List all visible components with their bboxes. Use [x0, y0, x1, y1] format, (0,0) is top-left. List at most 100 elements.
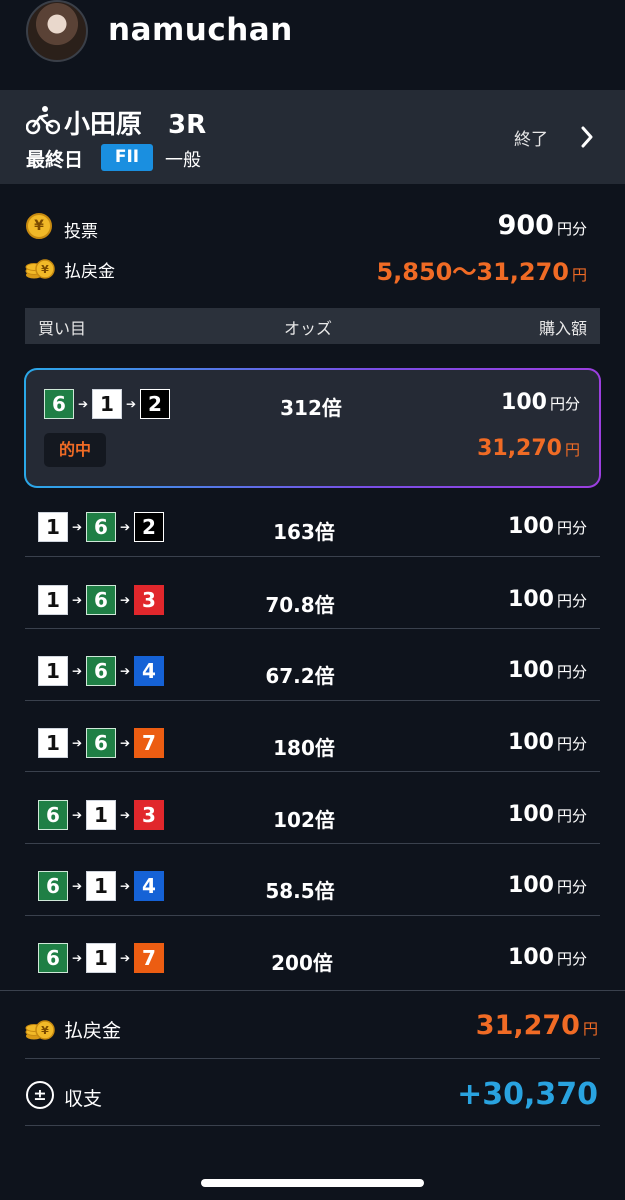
home-indicator[interactable] — [201, 1179, 424, 1187]
number-box: 1 — [86, 800, 116, 830]
arrow-right-icon: ➔ — [71, 664, 83, 678]
coins-stack-icon: ¥ — [25, 1020, 55, 1040]
arrow-right-icon: ➔ — [119, 664, 131, 678]
arrow-right-icon: ➔ — [119, 951, 131, 965]
vote-label: 投票 — [64, 222, 98, 242]
footer-payout-label: 払戻金 — [64, 1020, 122, 1042]
number-box: 3 — [134, 585, 164, 615]
number-box: 1 — [38, 512, 68, 542]
row-divider — [25, 1058, 600, 1059]
coins-stack-icon: ¥ — [25, 259, 55, 279]
row-divider — [25, 700, 600, 701]
column-header-amount: 購入額 — [538, 319, 587, 338]
column-header-combination: 買い目 — [38, 319, 87, 338]
number-box: 3 — [134, 800, 164, 830]
yen-coin-icon: ¥ — [26, 213, 52, 239]
column-header-odds: オッズ — [284, 319, 333, 338]
footer-payout-amount: 31,270 円 — [475, 1010, 598, 1041]
avatar[interactable] — [26, 0, 88, 62]
arrow-right-icon: ➔ — [71, 520, 83, 534]
number-box: 6 — [38, 800, 68, 830]
combination: 6 ➔ 1 ➔ 2 — [44, 389, 170, 419]
plus-minus-icon: ± — [26, 1081, 54, 1109]
combination: 6 ➔ 1 ➔ 3 — [38, 800, 164, 830]
number-box: 6 — [86, 728, 116, 758]
arrow-right-icon: ➔ — [77, 397, 89, 411]
number-box: 1 — [92, 389, 122, 419]
row-divider — [25, 771, 600, 772]
combination: 1 ➔ 6 ➔ 2 — [38, 512, 164, 542]
hit-card[interactable] — [26, 370, 599, 486]
hit-badge: 的中 — [44, 433, 106, 467]
race-day: 最終日 — [26, 149, 84, 171]
combination: 1 ➔ 6 ➔ 3 — [38, 585, 164, 615]
row-divider — [25, 556, 600, 557]
number-box: 4 — [134, 871, 164, 901]
vote-amount: 900 円分 — [497, 210, 587, 241]
bet-amount: 100 円分 — [508, 730, 587, 755]
svg-text:¥: ¥ — [41, 1024, 49, 1037]
combination: 1 ➔ 6 ➔ 4 — [38, 656, 164, 686]
row-divider — [25, 628, 600, 629]
bet-amount: 100 円分 — [501, 390, 580, 415]
grade-badge: FII — [101, 144, 153, 171]
payout-label: 払戻金 — [64, 262, 115, 282]
chevron-right-icon[interactable] — [577, 124, 597, 150]
bet-amount: 100 円分 — [508, 658, 587, 683]
number-box: 6 — [86, 656, 116, 686]
number-box: 2 — [134, 512, 164, 542]
arrow-right-icon: ➔ — [119, 808, 131, 822]
race-title: 小田原 3R — [64, 110, 207, 140]
odds-value: 163倍 — [273, 520, 335, 544]
arrow-right-icon: ➔ — [71, 736, 83, 750]
race-status: 終了 — [514, 130, 548, 150]
number-box: 6 — [86, 512, 116, 542]
arrow-right-icon: ➔ — [125, 397, 137, 411]
number-box: 6 — [86, 585, 116, 615]
row-divider — [25, 843, 600, 844]
odds-value: 200倍 — [271, 951, 333, 975]
number-box: 6 — [38, 871, 68, 901]
combination: 6 ➔ 1 ➔ 4 — [38, 871, 164, 901]
balance-amount: +30,370 — [457, 1077, 598, 1112]
odds-value: 180倍 — [273, 736, 335, 760]
bet-amount: 100 円分 — [508, 802, 587, 827]
arrow-right-icon: ➔ — [119, 520, 131, 534]
arrow-right-icon: ➔ — [71, 593, 83, 607]
payout-range: 5,850〜31,270 円 — [376, 258, 587, 286]
row-divider — [25, 915, 600, 916]
arrow-right-icon: ➔ — [119, 879, 131, 893]
arrow-right-icon: ➔ — [119, 736, 131, 750]
bet-amount: 100 円分 — [508, 587, 587, 612]
number-box: 7 — [134, 943, 164, 973]
number-box: 6 — [38, 943, 68, 973]
number-box: 4 — [134, 656, 164, 686]
arrow-right-icon: ➔ — [71, 879, 83, 893]
balance-label: 収支 — [64, 1088, 103, 1110]
arrow-right-icon: ➔ — [119, 593, 131, 607]
arrow-right-icon: ➔ — [71, 951, 83, 965]
hit-payout: 31,270 円 — [477, 436, 580, 461]
odds-value: 102倍 — [273, 808, 335, 832]
svg-text:¥: ¥ — [41, 263, 49, 276]
username[interactable]: namuchan — [108, 12, 293, 48]
footer-divider — [0, 990, 625, 991]
number-box: 1 — [38, 656, 68, 686]
combination: 1 ➔ 6 ➔ 7 — [38, 728, 164, 758]
odds-value: 312倍 — [280, 396, 342, 420]
number-box: 1 — [86, 871, 116, 901]
odds-value: 70.8倍 — [265, 593, 335, 617]
row-divider — [25, 1125, 600, 1126]
race-type: 一般 — [165, 150, 201, 171]
bicycle-icon — [26, 106, 60, 135]
number-box: 6 — [44, 389, 74, 419]
odds-value: 58.5倍 — [265, 879, 335, 903]
number-box: 2 — [140, 389, 170, 419]
odds-value: 67.2倍 — [265, 664, 335, 688]
arrow-right-icon: ➔ — [71, 808, 83, 822]
number-box: 7 — [134, 728, 164, 758]
bet-amount: 100 円分 — [508, 945, 587, 970]
number-box: 1 — [38, 585, 68, 615]
number-box: 1 — [86, 943, 116, 973]
number-box: 1 — [38, 728, 68, 758]
